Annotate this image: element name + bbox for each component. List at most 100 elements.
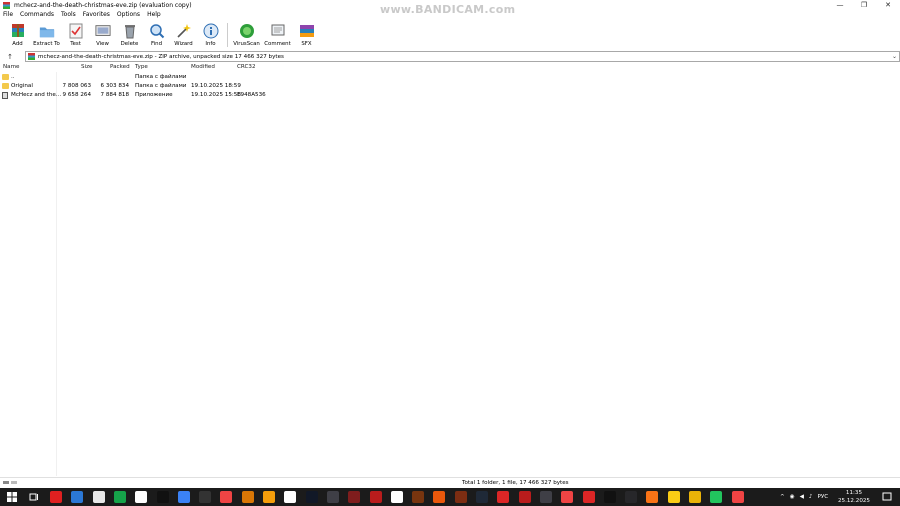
winrar-window: mchecz-and-the-death-christmas-eve.zip (… bbox=[0, 0, 900, 488]
find-button[interactable]: Find bbox=[143, 21, 170, 48]
address-dropdown-icon[interactable]: ⌄ bbox=[892, 53, 897, 60]
taskbar-app-icon[interactable] bbox=[497, 491, 510, 503]
delete-icon bbox=[122, 23, 138, 39]
taskbar-app-icon[interactable] bbox=[326, 491, 339, 503]
comment-button[interactable]: Comment bbox=[262, 21, 293, 48]
wizard-label: Wizard bbox=[174, 41, 193, 47]
taskbar-app-icon[interactable] bbox=[476, 491, 488, 503]
taskbar-app-icon[interactable] bbox=[646, 491, 659, 503]
menu-options[interactable]: Options bbox=[117, 11, 140, 20]
menu-file[interactable]: File bbox=[3, 11, 13, 20]
column-header-modified[interactable]: Modified bbox=[191, 64, 215, 70]
taskbar-app-icon[interactable] bbox=[561, 491, 574, 503]
taskbar-app-icon[interactable] bbox=[177, 491, 190, 503]
file-type: Папка с файлами bbox=[135, 74, 187, 80]
delete-button[interactable]: Delete bbox=[116, 21, 143, 48]
virusscan-button[interactable]: VirusScan bbox=[231, 21, 262, 48]
sfx-button[interactable]: SFX bbox=[293, 21, 320, 48]
add-icon bbox=[10, 23, 26, 39]
up-one-level-icon[interactable]: ↑ bbox=[0, 53, 20, 61]
add-button[interactable]: Add bbox=[4, 21, 31, 48]
minimize-button[interactable]: — bbox=[828, 0, 852, 10]
taskbar-app-icon[interactable] bbox=[433, 491, 446, 503]
taskbar-app-icon[interactable] bbox=[539, 491, 552, 503]
taskbar-app-icon[interactable] bbox=[50, 491, 62, 503]
menu-help[interactable]: Help bbox=[147, 11, 161, 20]
taskbar-app-icon[interactable] bbox=[454, 491, 467, 503]
view-button[interactable]: View bbox=[89, 21, 116, 48]
taskbar-app-icon[interactable] bbox=[625, 491, 638, 503]
taskbar-app-icon[interactable] bbox=[92, 491, 105, 503]
column-header-name[interactable]: Name bbox=[3, 64, 20, 70]
taskbar-app-icon[interactable] bbox=[241, 491, 254, 503]
taskbar-app-icon[interactable] bbox=[710, 491, 723, 503]
taskbar-app-icon[interactable] bbox=[305, 491, 318, 503]
view-icon bbox=[94, 23, 111, 39]
column-header-packed[interactable]: Packed bbox=[110, 64, 130, 70]
taskbar-app-icon[interactable] bbox=[667, 491, 680, 503]
taskbar-app-icon[interactable] bbox=[603, 491, 616, 503]
comment-label: Comment bbox=[264, 41, 291, 47]
info-button[interactable]: Info bbox=[197, 21, 224, 48]
wizard-button[interactable]: Wizard bbox=[170, 21, 197, 48]
taskbar-app-icon[interactable] bbox=[156, 491, 169, 503]
address-bar[interactable]: mchecz-and-the-death-christmas-eve.zip -… bbox=[25, 51, 900, 62]
table-row-parent[interactable]: .. Папка с файлами bbox=[0, 73, 900, 82]
file-size: 9 658 264 bbox=[62, 92, 91, 98]
keyboard-language[interactable]: РУС bbox=[817, 494, 828, 500]
tray-chevron-icon[interactable]: ^ bbox=[780, 494, 785, 500]
clock-date: 25.12.2025 bbox=[837, 498, 870, 504]
test-icon bbox=[68, 23, 84, 39]
taskbar-app-icon[interactable] bbox=[71, 491, 84, 503]
file-type: Приложение bbox=[135, 92, 173, 98]
drive-key-icon bbox=[3, 481, 17, 484]
column-header-type[interactable]: Type bbox=[135, 64, 148, 70]
taskbar-app-icon[interactable] bbox=[582, 491, 595, 503]
file-packed: 7 884 818 bbox=[100, 92, 129, 98]
taskbar-app-icon[interactable] bbox=[220, 491, 233, 503]
menu-tools[interactable]: Tools bbox=[61, 11, 76, 20]
file-name: Original bbox=[11, 83, 33, 89]
sfx-icon bbox=[299, 23, 315, 39]
taskbar-app-icon[interactable] bbox=[135, 491, 148, 503]
file-list: Name Size Packed Type Modified CRC32 .. … bbox=[0, 63, 900, 476]
taskbar-app-icon[interactable] bbox=[689, 491, 701, 503]
taskbar-app-icon[interactable] bbox=[113, 491, 126, 503]
windows-start-icon[interactable] bbox=[7, 492, 17, 502]
table-row-original[interactable]: Original 7 808 063 6 303 834 Папка с фай… bbox=[0, 82, 900, 91]
task-view-icon[interactable] bbox=[29, 492, 39, 502]
tray-network-icon[interactable]: ◉ bbox=[790, 494, 795, 500]
notifications-icon[interactable] bbox=[882, 492, 892, 502]
column-header-crc32[interactable]: CRC32 bbox=[237, 64, 256, 70]
tray-speaker-icon[interactable]: ♪ bbox=[809, 494, 813, 500]
table-row-mchecz[interactable]: McHecz and the... 9 658 264 7 884 818 Пр… bbox=[0, 91, 900, 100]
virusscan-label: VirusScan bbox=[233, 41, 260, 47]
taskbar-app-icon[interactable] bbox=[199, 491, 212, 503]
taskbar-app-icon[interactable] bbox=[284, 491, 297, 503]
menu-commands[interactable]: Commands bbox=[20, 11, 54, 20]
taskbar-clock[interactable]: 11:35 25.12.2025 bbox=[838, 489, 870, 505]
maximize-button[interactable]: ❐ bbox=[852, 0, 876, 10]
find-icon bbox=[149, 23, 165, 39]
taskbar-app-icon[interactable] bbox=[263, 491, 275, 503]
menu-favorites[interactable]: Favorites bbox=[83, 11, 110, 20]
delete-label: Delete bbox=[120, 41, 139, 47]
tray-volume-icon[interactable]: ◀ bbox=[800, 494, 804, 500]
file-type: Папка с файлами bbox=[135, 83, 187, 89]
file-size: 7 808 063 bbox=[62, 83, 91, 89]
taskbar-app-icon[interactable] bbox=[518, 491, 531, 503]
file-modified: 19.10.2025 15:58 bbox=[191, 92, 241, 98]
test-button[interactable]: Test bbox=[62, 21, 89, 48]
application-file-icon bbox=[2, 92, 8, 99]
folder-icon bbox=[2, 74, 9, 80]
close-button[interactable]: ✕ bbox=[876, 0, 900, 10]
extract-to-button[interactable]: Extract To bbox=[31, 21, 62, 48]
window-title: mchecz-and-the-death-christmas-eve.zip (… bbox=[14, 1, 192, 9]
column-header-size[interactable]: Size bbox=[81, 64, 92, 70]
taskbar-app-icon[interactable] bbox=[369, 491, 382, 503]
taskbar-app-icon[interactable] bbox=[731, 491, 744, 503]
taskbar-app-icon[interactable] bbox=[412, 491, 425, 503]
taskbar-app-icon[interactable] bbox=[390, 491, 403, 503]
status-text: Total 1 folder, 1 file, 17 466 327 bytes bbox=[462, 480, 569, 486]
taskbar-app-icon[interactable] bbox=[348, 491, 361, 503]
